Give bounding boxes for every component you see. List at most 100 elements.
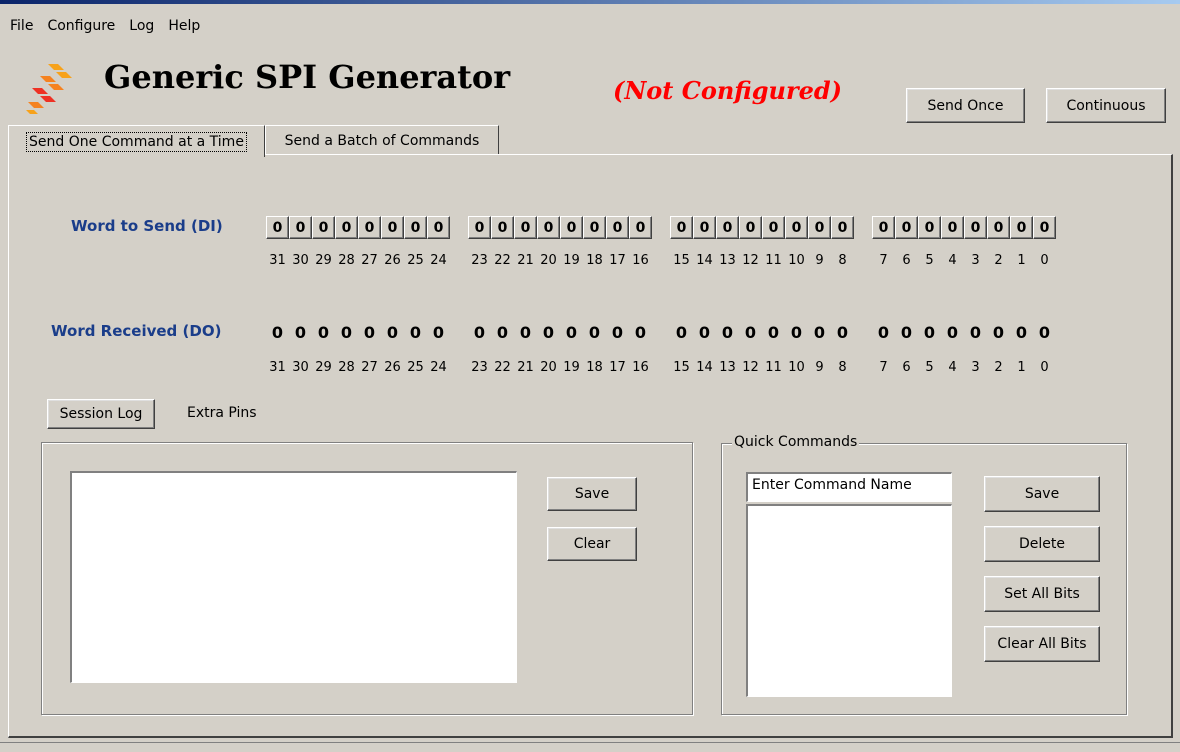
send-bit-29[interactable]: 0 [312, 216, 335, 239]
send-bit-27[interactable]: 0 [358, 216, 381, 239]
received-bit-12: 0 [744, 323, 757, 342]
tab-send-batch-label: Send a Batch of Commands [284, 132, 480, 149]
bit-number: 21 [517, 360, 534, 375]
clear-all-bits-button[interactable]: Clear All Bits [984, 626, 1100, 662]
received-bit-29: 0 [317, 323, 330, 342]
bit-number: 9 [815, 360, 824, 375]
continuous-button[interactable]: Continuous [1046, 88, 1166, 123]
bit-number: 19 [563, 360, 580, 375]
command-name-input[interactable]: Enter Command Name [746, 472, 952, 502]
send-bit-22[interactable]: 0 [491, 216, 514, 239]
received-bit-6: 0 [900, 323, 913, 342]
send-bit-17[interactable]: 0 [606, 216, 629, 239]
extra-pins-tab[interactable]: Extra Pins [187, 405, 257, 421]
quick-commands-title: Quick Commands [732, 434, 860, 450]
bit-number: 13 [719, 253, 736, 268]
received-bit-8: 0 [836, 323, 849, 342]
send-bit-3[interactable]: 0 [964, 216, 987, 239]
bit-number: 1 [1017, 253, 1026, 268]
send-bit-26[interactable]: 0 [381, 216, 404, 239]
send-bit-30[interactable]: 0 [289, 216, 312, 239]
menu-log[interactable]: Log [129, 18, 154, 34]
send-bit-18[interactable]: 0 [583, 216, 606, 239]
received-bit-9: 0 [813, 323, 826, 342]
menu-bar: File Configure Log Help [0, 4, 1180, 44]
send-bit-28[interactable]: 0 [335, 216, 358, 239]
send-bit-group: 0 0 0 0 0 0 0 0 [670, 216, 854, 239]
bit-number: 26 [384, 253, 401, 268]
bit-number: 31 [269, 253, 286, 268]
send-bit-7[interactable]: 0 [872, 216, 895, 239]
app-title: Generic SPI Generator [104, 58, 511, 96]
received-bit-group: 0 0 0 0 0 0 0 0 [670, 321, 854, 344]
bit-number: 26 [384, 360, 401, 375]
send-bit-24[interactable]: 0 [427, 216, 450, 239]
session-log-button[interactable]: Session Log [47, 399, 155, 429]
menu-configure[interactable]: Configure [47, 18, 115, 34]
received-bit-14: 0 [698, 323, 711, 342]
send-bit-15[interactable]: 0 [670, 216, 693, 239]
bit-number-group: 31 30 29 28 27 26 25 24 [266, 253, 450, 268]
bit-number: 16 [632, 253, 649, 268]
send-bit-12[interactable]: 0 [739, 216, 762, 239]
send-bit-8[interactable]: 0 [831, 216, 854, 239]
received-bit-3: 0 [969, 323, 982, 342]
log-clear-button[interactable]: Clear [547, 527, 637, 561]
menu-file[interactable]: File [10, 18, 33, 34]
send-bit-16[interactable]: 0 [629, 216, 652, 239]
send-bit-0[interactable]: 0 [1033, 216, 1056, 239]
received-bit-19: 0 [565, 323, 578, 342]
send-bit-9[interactable]: 0 [808, 216, 831, 239]
set-all-bits-button[interactable]: Set All Bits [984, 576, 1100, 612]
received-bit-24: 0 [432, 323, 445, 342]
bit-number-group: 15 14 13 12 11 10 9 8 [670, 360, 854, 375]
bit-number: 19 [563, 253, 580, 268]
tab-send-one-label: Send One Command at a Time [26, 131, 247, 152]
send-bit-21[interactable]: 0 [514, 216, 537, 239]
quick-save-button[interactable]: Save [984, 476, 1100, 512]
send-bit-1[interactable]: 0 [1010, 216, 1033, 239]
send-bit-2[interactable]: 0 [987, 216, 1010, 239]
bit-number: 21 [517, 253, 534, 268]
tab-send-batch[interactable]: Send a Batch of Commands [265, 125, 499, 155]
bit-number: 0 [1040, 253, 1049, 268]
delete-button[interactable]: Delete [984, 526, 1100, 562]
send-bit-10[interactable]: 0 [785, 216, 808, 239]
received-bit-group: 0 0 0 0 0 0 0 0 [266, 321, 450, 344]
tab-send-one[interactable]: Send One Command at a Time [8, 125, 265, 157]
send-bit-6[interactable]: 0 [895, 216, 918, 239]
log-save-label: Save [574, 486, 610, 502]
bit-number: 27 [361, 360, 378, 375]
bit-number-group: 23 22 21 20 19 18 17 16 [468, 360, 652, 375]
send-bit-25[interactable]: 0 [404, 216, 427, 239]
send-bit-20[interactable]: 0 [537, 216, 560, 239]
send-once-label: Send Once [927, 97, 1004, 114]
send-bit-31[interactable]: 0 [266, 216, 289, 239]
bit-number: 28 [338, 253, 355, 268]
tab-panel: Word to Send (DI) 0 0 0 0 0 0 0 0 0 0 0 … [8, 154, 1173, 738]
send-bit-14[interactable]: 0 [693, 216, 716, 239]
session-log-textarea[interactable] [70, 471, 517, 683]
send-bit-19[interactable]: 0 [560, 216, 583, 239]
log-save-button[interactable]: Save [547, 477, 637, 511]
bit-number: 22 [494, 253, 511, 268]
bit-number: 24 [430, 253, 447, 268]
send-bit-4[interactable]: 0 [941, 216, 964, 239]
bit-number: 15 [673, 253, 690, 268]
bit-number: 28 [338, 360, 355, 375]
quick-commands-list[interactable] [746, 504, 952, 697]
send-once-button[interactable]: Send Once [906, 88, 1025, 123]
send-bit-11[interactable]: 0 [762, 216, 785, 239]
bit-number: 27 [361, 253, 378, 268]
received-bit-26: 0 [386, 323, 399, 342]
menu-help[interactable]: Help [168, 18, 200, 34]
received-bit-0: 0 [1038, 323, 1051, 342]
send-bit-23[interactable]: 0 [468, 216, 491, 239]
send-bit-13[interactable]: 0 [716, 216, 739, 239]
send-bit-5[interactable]: 0 [918, 216, 941, 239]
bit-number: 25 [407, 253, 424, 268]
received-bit-30: 0 [294, 323, 307, 342]
freescale-logo-icon [26, 64, 72, 114]
received-bit-numbers: 31 30 29 28 27 26 25 24 23 22 21 20 19 18 17 16 15 14 13… [266, 360, 1074, 375]
received-bit-15: 0 [675, 323, 688, 342]
